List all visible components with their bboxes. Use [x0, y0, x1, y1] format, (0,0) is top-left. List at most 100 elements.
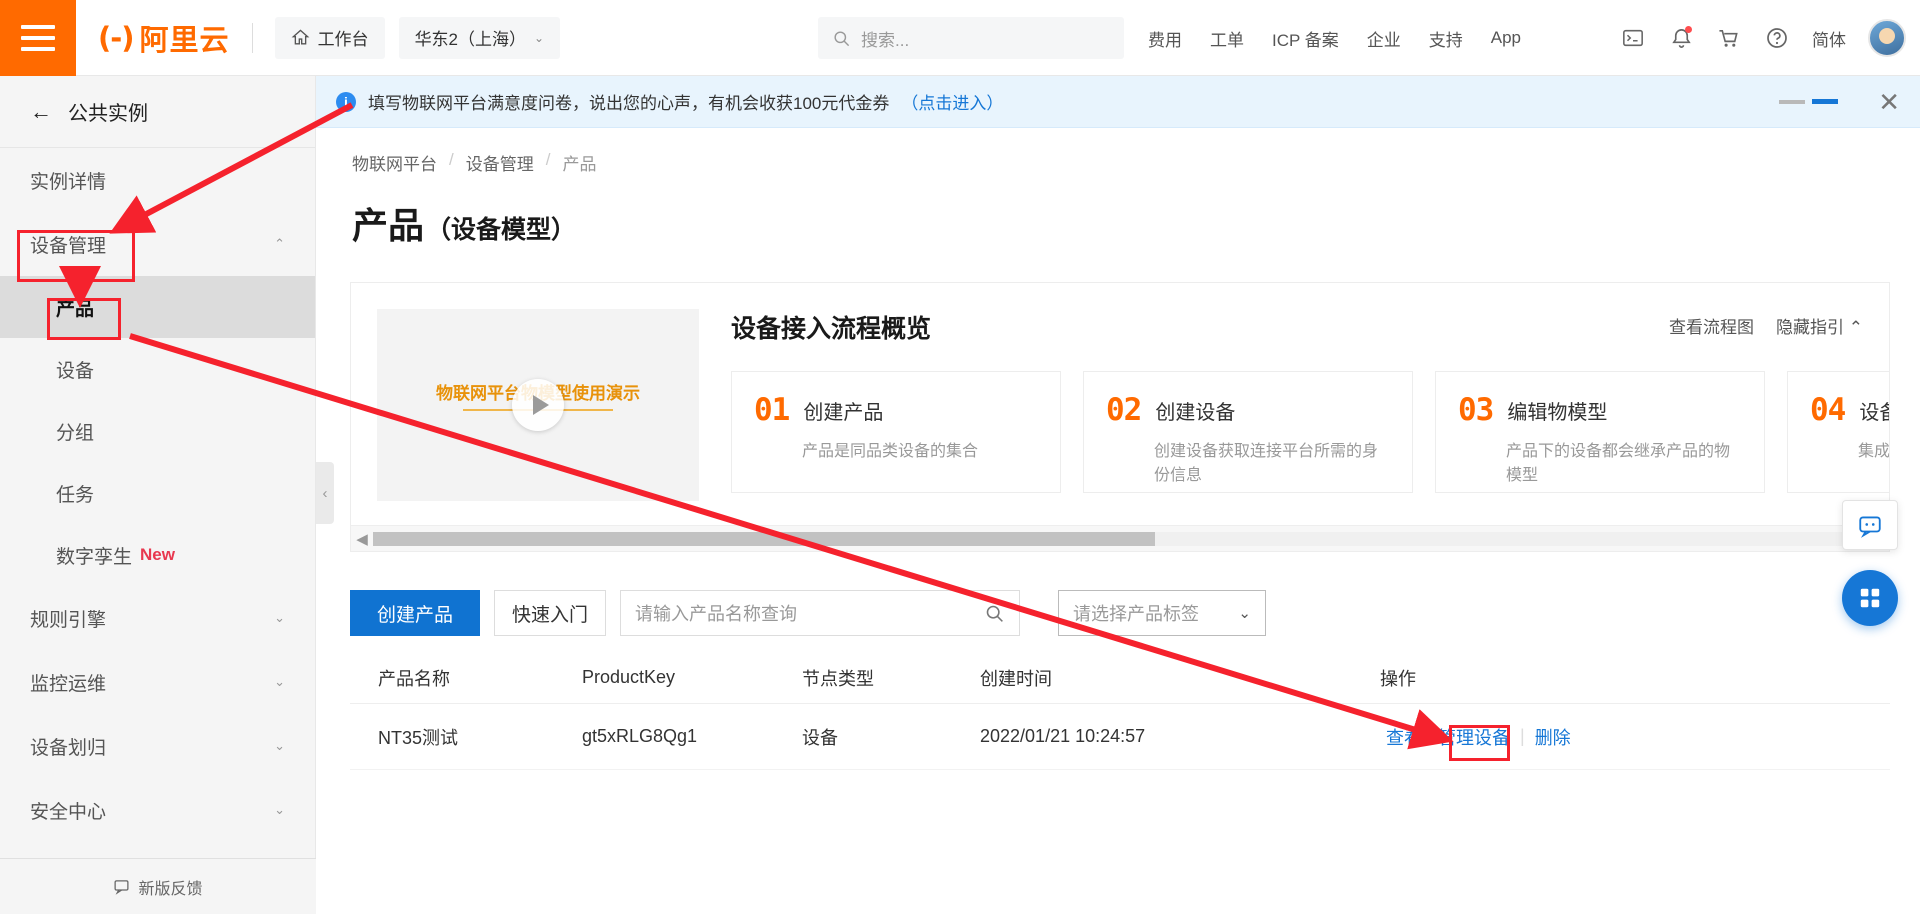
app-grid-button[interactable]: [1842, 570, 1898, 626]
header-divider: [251, 22, 253, 53]
feedback-button[interactable]: 新版反馈: [0, 858, 316, 914]
breadcrumb-separator: /: [449, 150, 454, 169]
guide-step-01[interactable]: 01 创建产品 产品是同品类设备的集合: [731, 371, 1061, 493]
header-nav: 费用 工单 ICP 备案 企业 支持 App: [1148, 0, 1521, 76]
avatar[interactable]: [1868, 19, 1906, 57]
sidebar-item-products[interactable]: 产品: [0, 276, 315, 338]
info-icon: i: [336, 91, 356, 112]
manage-device-action-link[interactable]: 管理设备: [1438, 724, 1510, 750]
step-desc: 创建设备获取连接平台所需的身份信息: [1154, 443, 1379, 484]
step-desc: 产品是同品类设备的集合: [802, 443, 979, 460]
sidebar-item-label: 安全中心: [30, 801, 107, 823]
sidebar-item-label: 任务: [56, 484, 95, 506]
nav-item-ticket[interactable]: 工单: [1210, 26, 1244, 51]
sidebar-item-monitoring[interactable]: 监控运维 ⌄: [0, 650, 315, 714]
cell-product-name: NT35测试: [378, 727, 459, 748]
instance-back-button[interactable]: ← 公共实例: [0, 76, 315, 148]
column-header-productkey: ProductKey: [582, 667, 676, 687]
product-search-input[interactable]: 请输入产品名称查询: [620, 590, 1020, 636]
workbench-button[interactable]: 工作台: [274, 16, 385, 59]
cart-icon[interactable]: [1716, 25, 1742, 51]
sidebar-item-digital-twin[interactable]: 数字孪生 New: [0, 524, 315, 586]
sidebar-item-devices[interactable]: 设备: [0, 338, 315, 400]
sidebar-item-label: 产品: [56, 298, 95, 320]
instance-name-label: 公共实例: [68, 103, 148, 125]
step-title: 设备端: [1859, 401, 1889, 424]
hide-guide-link[interactable]: 隐藏指引 ⌃: [1776, 313, 1863, 338]
chevron-up-icon: ⌃: [274, 236, 285, 251]
chevron-left-icon[interactable]: ◀: [351, 530, 373, 548]
hamburger-icon[interactable]: [0, 0, 76, 76]
nav-item-fee[interactable]: 费用: [1148, 26, 1182, 51]
help-icon[interactable]: [1764, 25, 1790, 51]
sidebar-item-label: 规则引擎: [30, 609, 107, 631]
cell-node-type: 设备: [802, 727, 838, 748]
language-switcher[interactable]: 简体: [1812, 26, 1846, 51]
breadcrumb: 物联网平台 / 设备管理 / 产品: [316, 128, 1920, 175]
nav-item-support[interactable]: 支持: [1429, 26, 1463, 51]
nav-item-icp[interactable]: ICP 备案: [1272, 26, 1339, 51]
chevron-left-icon: ‹: [322, 484, 328, 502]
quick-start-button[interactable]: 快速入门: [494, 590, 606, 636]
view-flowchart-link[interactable]: 查看流程图: [1669, 313, 1754, 338]
sidebar-item-device-management[interactable]: 设备管理 ⌃: [0, 212, 315, 276]
terminal-icon[interactable]: [1620, 25, 1646, 51]
sidebar-item-label: 设备: [56, 360, 95, 382]
page-title-sub: （设备模型）: [426, 216, 577, 244]
guide-actions: 查看流程图 隐藏指引 ⌃: [1669, 313, 1863, 338]
create-product-button[interactable]: 创建产品: [350, 590, 480, 636]
guide-horizontal-scrollbar[interactable]: ◀ ▶: [351, 525, 1889, 551]
nav-item-app[interactable]: App: [1491, 28, 1521, 48]
scrollbar-track[interactable]: [373, 531, 1867, 546]
products-toolbar: 创建产品 快速入门 请输入产品名称查询 请选择产品标签 ⌄: [350, 590, 1266, 636]
step-title: 创建产品: [803, 401, 884, 424]
step-title: 创建设备: [1155, 401, 1236, 424]
column-header-actions: 操作: [1380, 668, 1416, 689]
cell-actions: 查看 管理设备 | 删除: [1380, 722, 1890, 752]
sidebar-item-security-center[interactable]: 安全中心 ⌄: [0, 778, 315, 842]
breadcrumb-item-device-management[interactable]: 设备管理: [466, 150, 534, 175]
guide-header: 设备接入流程概览 查看流程图 隐藏指引 ⌃: [731, 309, 1889, 345]
chat-support-button[interactable]: [1842, 500, 1898, 550]
guide-steps: 01 创建产品 产品是同品类设备的集合 02 创建设备 创建设备获取连接平台所需…: [731, 371, 1889, 493]
sidebar-item-label: 数字孪生: [56, 546, 133, 568]
search-icon[interactable]: [984, 603, 1005, 624]
table-header-row: 产品名称 ProductKey 节点类型 创建时间 操作: [350, 652, 1890, 704]
close-icon[interactable]: ✕: [1878, 89, 1900, 115]
step-number: 02: [1106, 392, 1142, 428]
sidebar-item-instance-detail[interactable]: 实例详情: [0, 148, 315, 212]
sidebar-collapse-handle[interactable]: ‹: [316, 462, 334, 524]
feedback-label: 新版反馈: [138, 880, 203, 898]
column-header-name: 产品名称: [378, 668, 450, 689]
play-icon[interactable]: [512, 379, 564, 431]
step-title: 编辑物模型: [1507, 401, 1608, 424]
brand-logo[interactable]: (-) 阿里云: [98, 17, 230, 59]
scrollbar-thumb[interactable]: [373, 531, 1155, 546]
delete-action-link[interactable]: 删除: [1535, 724, 1571, 750]
guide-step-02[interactable]: 02 创建设备 创建设备获取连接平台所需的身份信息: [1083, 371, 1413, 493]
notice-link[interactable]: （点击进入）: [901, 89, 1003, 114]
sidebar-item-rule-engine[interactable]: 规则引擎 ⌄: [0, 586, 315, 650]
breadcrumb-item-iot[interactable]: 物联网平台: [352, 150, 437, 175]
step-desc: 集成SD序: [1858, 443, 1890, 460]
bell-icon[interactable]: [1668, 25, 1694, 51]
demo-video-thumbnail[interactable]: 物联网平台物模型使用演示: [377, 309, 699, 501]
header-icon-group: 简体: [1620, 0, 1906, 76]
logo-mark-icon: (-): [98, 20, 135, 55]
chevron-down-icon: ⌄: [274, 738, 285, 753]
sidebar-item-tasks[interactable]: 任务: [0, 462, 315, 524]
guide-step-04[interactable]: 04 设备端 集成SD序: [1787, 371, 1890, 493]
product-search-placeholder: 请输入产品名称查询: [635, 604, 797, 624]
search-input[interactable]: 搜索...: [818, 17, 1124, 59]
nav-item-enterprise[interactable]: 企业: [1367, 26, 1401, 51]
guide-step-03[interactable]: 03 编辑物模型 产品下的设备都会继承产品的物模型: [1435, 371, 1765, 493]
view-action-link[interactable]: 查看: [1380, 722, 1428, 752]
product-tag-select[interactable]: 请选择产品标签 ⌄: [1058, 590, 1266, 636]
sidebar-item-label: 设备划归: [30, 737, 107, 759]
region-selector[interactable]: 华东2（上海） ⌄: [398, 16, 561, 59]
sidebar-item-groups[interactable]: 分组: [0, 400, 315, 462]
home-icon: [291, 29, 309, 45]
search-icon: [834, 30, 850, 46]
sidebar-item-device-assignment[interactable]: 设备划归 ⌄: [0, 714, 315, 778]
new-badge: New: [140, 545, 175, 564]
